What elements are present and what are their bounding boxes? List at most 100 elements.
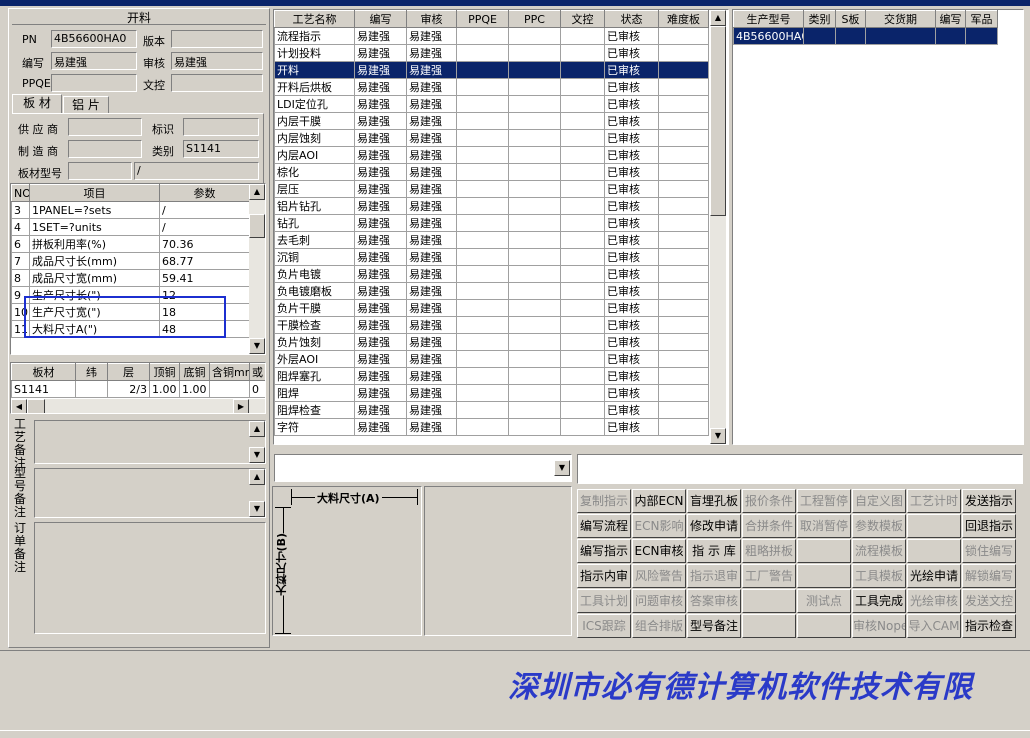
action-button[interactable]: 工具计划 [577,589,631,613]
action-button[interactable]: 报价条件 [742,489,796,513]
action-button[interactable]: 指示退审 [687,564,741,588]
process-scrollbar[interactable]: ▲ ▼ [710,10,726,444]
action-button[interactable]: 编写指示 [577,539,631,563]
action-button[interactable]: 型号备注 [687,614,741,638]
process-row[interactable]: 棕化 易建强 易建强 已审核 [274,163,709,181]
action-button[interactable]: 测试点 [797,589,851,613]
maker-field[interactable] [68,140,142,158]
col-reviewer[interactable]: 审核 [406,10,457,28]
scroll-up-icon[interactable]: ▲ [249,469,265,485]
supplier-field[interactable] [68,118,142,136]
scroll-right-icon[interactable]: ▶ [233,399,249,413]
tab-board-material[interactable]: 板 材 [12,94,62,114]
process-row[interactable]: 层压 易建强 易建强 已审核 [274,180,709,198]
model-field-2[interactable]: / [134,162,259,180]
col-cu-mm[interactable]: 含铜mm [209,363,250,381]
action-button[interactable]: 发送文控 [962,589,1016,613]
scroll-down-icon[interactable]: ▼ [249,501,265,517]
action-button[interactable]: 解锁编写 [962,564,1016,588]
col-s-board[interactable]: S板 [835,10,866,28]
col-military[interactable]: 军品 [965,10,998,28]
action-button[interactable]: ECN影响 [632,514,686,538]
action-button[interactable]: 回退指示 [962,514,1016,538]
ppqe-field[interactable] [51,74,137,92]
product-row[interactable]: 4B56600HA0 [733,27,998,45]
param-row[interactable]: 3 1PANEL=?sets / [11,201,250,219]
scroll-down-icon[interactable]: ▼ [249,447,265,463]
action-button[interactable]: 修改申请 [687,514,741,538]
text-input[interactable] [577,454,1023,484]
col-param[interactable]: 参数 [159,184,250,202]
action-button[interactable] [907,514,961,538]
action-button[interactable]: 工程暂停 [797,489,851,513]
board-hscroll[interactable]: ◀ ▶ [11,399,265,413]
param-row[interactable]: 6 拼板利用率(%) 70.36 [11,235,250,253]
order-remark-box[interactable] [34,522,266,634]
process-row[interactable]: 外层AOI 易建强 易建强 已审核 [274,350,709,368]
col-board[interactable]: 板材 [11,363,76,381]
doc-control-field[interactable] [171,74,263,92]
h-scroll-thumb[interactable] [27,399,45,413]
model-field[interactable] [68,162,132,180]
process-combo[interactable]: ▼ [274,454,572,482]
col-weft[interactable]: 纬 [75,363,108,381]
col-delivery[interactable]: 交货期 [865,10,936,28]
action-button[interactable]: 指示检查 [962,614,1016,638]
category-field[interactable]: S1141 [183,140,259,158]
process-row[interactable]: 沉铜 易建强 易建强 已审核 [274,248,709,266]
process-row[interactable]: 阻焊塞孔 易建强 易建强 已审核 [274,367,709,385]
process-remark-box[interactable]: ▲ ▼ [34,420,266,464]
scroll-thumb[interactable] [249,214,265,238]
col-writer[interactable]: 编写 [935,10,966,28]
process-row[interactable]: 去毛刺 易建强 易建强 已审核 [274,231,709,249]
process-row[interactable]: 开料后烘板 易建强 易建强 已审核 [274,78,709,96]
process-row[interactable]: 负片蚀刻 易建强 易建强 已审核 [274,333,709,351]
process-row[interactable]: 内层AOI 易建强 易建强 已审核 [274,146,709,164]
action-button[interactable]: 粗略拼板 [742,539,796,563]
action-button[interactable]: 工具完成 [852,589,906,613]
scroll-up-icon[interactable]: ▲ [249,421,265,437]
action-button[interactable]: 取消暂停 [797,514,851,538]
process-row[interactable]: 负片干膜 易建强 易建强 已审核 [274,299,709,317]
action-button[interactable]: 组合排版 [632,614,686,638]
scroll-left-icon[interactable]: ◀ [11,399,27,413]
col-category[interactable]: 类别 [803,10,836,28]
scroll-up-icon[interactable]: ▲ [249,184,265,200]
action-button[interactable] [797,564,851,588]
action-button[interactable] [907,539,961,563]
action-button[interactable] [797,614,851,638]
action-button[interactable]: 光绘审核 [907,589,961,613]
col-extra[interactable]: 或 [249,363,265,381]
process-row[interactable]: 内层干膜 易建强 易建强 已审核 [274,112,709,130]
col-ppc[interactable]: PPC [508,10,561,28]
writer-field[interactable]: 易建强 [51,52,137,70]
action-button[interactable]: 流程模板 [852,539,906,563]
process-row[interactable]: 开料 易建强 易建强 已审核 [274,61,709,79]
action-button[interactable]: ICS跟踪 [577,614,631,638]
col-layer[interactable]: 层 [107,363,150,381]
board-row[interactable]: S1141 2/3 1.00 1.00 0 [11,380,265,398]
col-item[interactable]: 项目 [29,184,160,202]
action-button[interactable] [742,614,796,638]
version-field[interactable] [171,30,263,48]
action-button[interactable]: 编写流程 [577,514,631,538]
model-remark-box[interactable]: ▲ ▼ [34,468,266,518]
process-row[interactable]: 钻孔 易建强 易建强 已审核 [274,214,709,232]
mark-field[interactable] [183,118,259,136]
action-button[interactable] [797,539,851,563]
pn-field[interactable]: 4B56600HA0 [51,30,137,48]
action-button[interactable]: ECN审核 [632,539,686,563]
action-button[interactable] [742,589,796,613]
col-difficulty[interactable]: 难度板 [658,10,709,28]
process-row[interactable]: 阻焊 易建强 易建强 已审核 [274,384,709,402]
action-button[interactable]: 答案审核 [687,589,741,613]
action-button[interactable]: 指 示 库 [687,539,741,563]
process-row[interactable]: 负电镀磨板 易建强 易建强 已审核 [274,282,709,300]
process-row[interactable]: 流程指示 易建强 易建强 已审核 [274,27,709,45]
col-ppqe[interactable]: PPQE [456,10,509,28]
scroll-down-icon[interactable]: ▼ [249,338,265,354]
scroll-up-icon[interactable]: ▲ [710,10,726,26]
col-no[interactable]: NO [11,184,30,202]
process-row[interactable]: 负片电镀 易建强 易建强 已审核 [274,265,709,283]
params-scrollbar[interactable]: ▲ ▼ [249,184,265,354]
